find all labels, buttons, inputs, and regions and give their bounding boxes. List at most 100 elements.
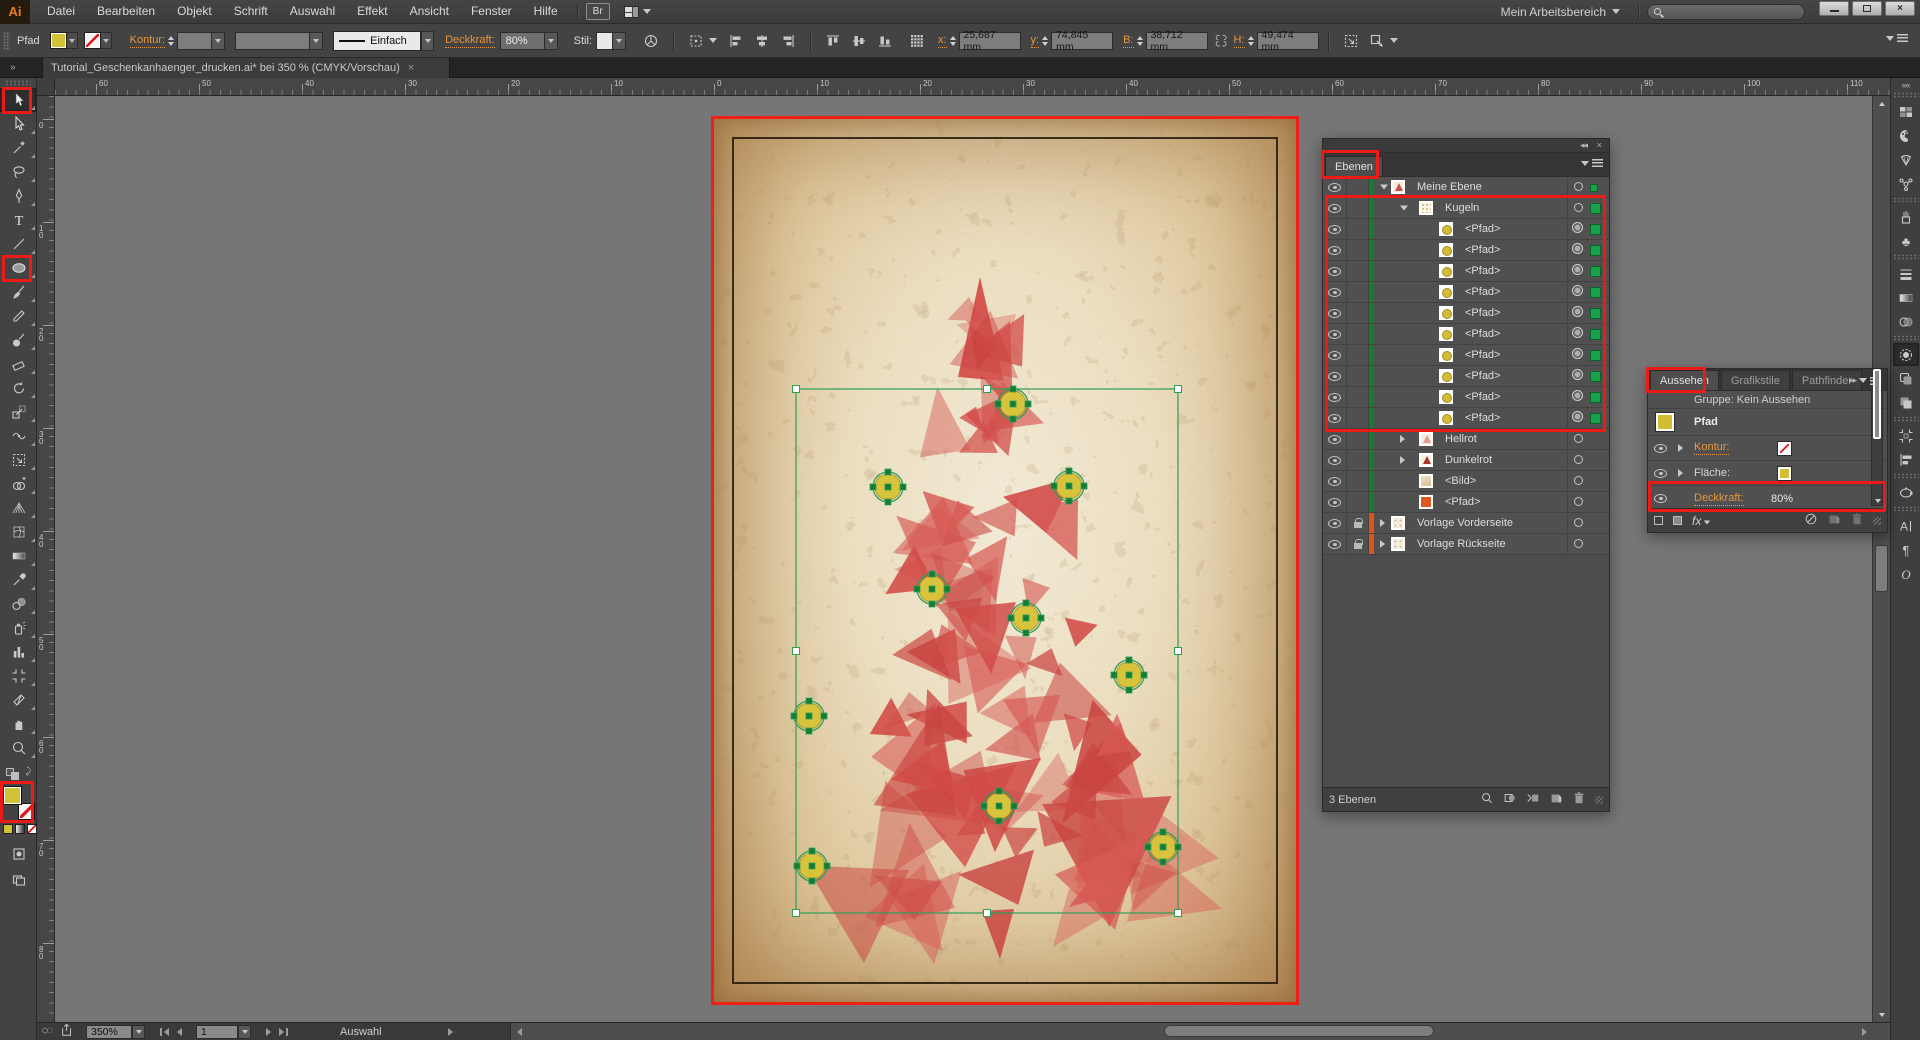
target-icon[interactable]: [1574, 455, 1583, 464]
slice-tool[interactable]: [0, 688, 37, 712]
layer-thumbnail[interactable]: [1439, 243, 1453, 257]
color-panel-icon[interactable]: [1893, 124, 1919, 147]
close-icon[interactable]: ×: [1597, 140, 1601, 150]
last-artboard-button[interactable]: [279, 1028, 284, 1036]
target-icon[interactable]: [1572, 327, 1583, 338]
target-icon[interactable]: [1572, 348, 1583, 359]
layer-name[interactable]: Hellrot: [1445, 433, 1477, 445]
eye-toggle[interactable]: [1323, 492, 1347, 512]
appearance-row-fill[interactable]: Fläche:: [1648, 461, 1887, 486]
gradient-tool[interactable]: [0, 544, 37, 568]
target-icon[interactable]: [1574, 203, 1583, 212]
lock-toggle[interactable]: [1347, 366, 1369, 386]
eye-toggle[interactable]: [1323, 261, 1347, 281]
panel-grip[interactable]: [3, 32, 10, 50]
graphic-style-select[interactable]: [596, 32, 626, 50]
target-icon[interactable]: [1574, 518, 1583, 527]
width-field[interactable]: 38,712 mm: [1146, 32, 1208, 50]
layer-row[interactable]: <Pfad>: [1323, 324, 1609, 345]
align-top-icon[interactable]: [822, 31, 844, 51]
layer-row[interactable]: Kugeln: [1323, 198, 1609, 219]
eye-icon[interactable]: [1654, 444, 1667, 453]
menu-item[interactable]: Bearbeiten: [86, 0, 166, 23]
menu-item[interactable]: Datei: [36, 0, 86, 23]
color-button[interactable]: [3, 824, 13, 834]
lock-toggle[interactable]: [1347, 219, 1369, 239]
eraser-tool[interactable]: [0, 352, 37, 376]
blend-tool[interactable]: [0, 592, 37, 616]
ellipse-tool[interactable]: [0, 256, 37, 280]
target-icon[interactable]: [1572, 285, 1583, 296]
status-menu-arrow[interactable]: [448, 1028, 453, 1036]
layer-row[interactable]: <Pfad>: [1323, 261, 1609, 282]
mesh-tool[interactable]: [0, 520, 37, 544]
chevron-down-icon[interactable]: [421, 31, 434, 51]
layer-name[interactable]: Meine Ebene: [1417, 181, 1482, 193]
dock-grip[interactable]: [1893, 92, 1919, 98]
lock-toggle[interactable]: [1347, 387, 1369, 407]
hand-tool[interactable]: [0, 712, 37, 736]
fill-color-control[interactable]: [50, 32, 78, 49]
lock-toggle[interactable]: [1347, 282, 1369, 302]
align-left-icon[interactable]: [725, 31, 747, 51]
artboard-tool[interactable]: [0, 664, 37, 688]
menu-item[interactable]: Effekt: [346, 0, 398, 23]
new-stroke-icon[interactable]: [1654, 516, 1663, 525]
new-fill-icon[interactable]: [1673, 516, 1682, 525]
lasso-tool[interactable]: [0, 160, 37, 184]
opacity-select[interactable]: 80%: [500, 32, 558, 50]
align-to-grid-icon[interactable]: [906, 31, 928, 51]
gradient-panel-icon[interactable]: [1893, 286, 1919, 309]
eye-toggle[interactable]: [1323, 387, 1347, 407]
horizontal-scroll-thumb[interactable]: [1164, 1025, 1434, 1037]
close-button[interactable]: ×: [1885, 1, 1915, 16]
blob-brush-tool[interactable]: [0, 328, 37, 352]
layer-thumbnail[interactable]: [1391, 180, 1405, 194]
paintbrush-tool[interactable]: [0, 280, 37, 304]
layer-thumbnail[interactable]: [1439, 264, 1453, 278]
stroke-weight-label[interactable]: Kontur:: [130, 34, 165, 48]
layer-row[interactable]: <Pfad>: [1323, 387, 1609, 408]
width-profile-select[interactable]: [235, 32, 323, 50]
rotate-tool[interactable]: [0, 376, 37, 400]
isolate-object-icon[interactable]: [1366, 31, 1388, 51]
line-segment-tool[interactable]: [0, 232, 37, 256]
arrange-documents-button[interactable]: [624, 6, 651, 18]
dock-grip[interactable]: [1893, 197, 1919, 203]
expand-icon[interactable]: [1400, 456, 1405, 464]
collapse-icon[interactable]: ◂◂: [1580, 140, 1587, 151]
fill-swatch[interactable]: [50, 32, 67, 49]
menu-item[interactable]: Hilfe: [523, 0, 569, 23]
chevron-down-icon[interactable]: [709, 38, 717, 43]
layer-row[interactable]: <Pfad>: [1323, 303, 1609, 324]
dock-grip[interactable]: [1893, 254, 1919, 260]
vertical-scroll-thumb[interactable]: [1875, 545, 1888, 592]
x-stepper[interactable]: [950, 36, 956, 46]
align-vcenter-icon[interactable]: [848, 31, 870, 51]
lock-toggle[interactable]: [1347, 261, 1369, 281]
workspace-switcher[interactable]: Mein Arbeitsbereich: [1491, 5, 1630, 19]
layer-name[interactable]: <Pfad>: [1465, 286, 1500, 298]
layer-row[interactable]: <Pfad>: [1323, 240, 1609, 261]
lock-toggle[interactable]: [1347, 240, 1369, 260]
pathfinder-panel-icon[interactable]: [1893, 391, 1919, 414]
eye-toggle[interactable]: [1323, 408, 1347, 428]
lock-toggle[interactable]: [1347, 450, 1369, 470]
paragraph-panel-icon[interactable]: ¶: [1893, 538, 1919, 561]
appearance-row-stroke[interactable]: Kontur:: [1648, 436, 1887, 461]
expand-icon[interactable]: [1678, 444, 1683, 452]
pen-tool[interactable]: [0, 184, 37, 208]
menu-item[interactable]: Fenster: [460, 0, 523, 23]
lock-toggle[interactable]: [1347, 177, 1369, 197]
layer-row[interactable]: <Pfad>: [1323, 366, 1609, 387]
opacity-label[interactable]: Deckkraft:: [445, 34, 495, 48]
drawing-mode-button[interactable]: [0, 842, 37, 866]
layer-name[interactable]: Vorlage Rückseite: [1417, 538, 1506, 550]
transform-reference-icon[interactable]: [685, 31, 707, 51]
link-dimensions-icon[interactable]: [1210, 31, 1232, 51]
recolor-artwork-icon[interactable]: [640, 31, 662, 51]
next-artboard-button[interactable]: [266, 1028, 271, 1036]
eye-toggle[interactable]: [1323, 345, 1347, 365]
make-clipping-mask-icon[interactable]: [1503, 791, 1517, 808]
layer-thumbnail[interactable]: [1439, 390, 1453, 404]
